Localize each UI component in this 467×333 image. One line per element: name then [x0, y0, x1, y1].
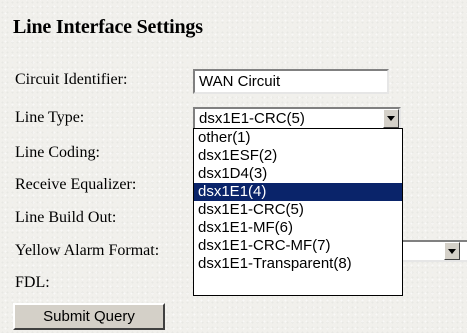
line-coding-label: Line Coding:: [15, 144, 100, 161]
line-type-option[interactable]: dsx1E1-MF(6): [194, 219, 402, 237]
line-build-out-label: Line Build Out:: [15, 209, 117, 226]
line-type-option[interactable]: dsx1D4(3): [194, 165, 402, 183]
line-type-option[interactable]: dsx1E1-CRC-MF(7): [194, 237, 402, 255]
submit-query-button[interactable]: Submit Query: [13, 303, 165, 330]
page-title: Line Interface Settings: [13, 16, 203, 38]
circuit-identifier-label: Circuit Identifier:: [15, 71, 128, 88]
circuit-identifier-input[interactable]: WAN Circuit: [193, 69, 389, 94]
line-type-option[interactable]: dsx1E1-Transparent(8): [194, 255, 402, 273]
line-type-dropdown-list[interactable]: other(1) dsx1ESF(2) dsx1D4(3) dsx1E1(4) …: [193, 128, 403, 296]
line-type-option-highlighted[interactable]: dsx1E1(4): [194, 183, 402, 201]
line-type-value: dsx1E1-CRC(5): [199, 110, 305, 127]
receive-equalizer-label: Receive Equalizer:: [15, 176, 137, 193]
line-type-option[interactable]: other(1): [194, 129, 402, 147]
line-type-select[interactable]: dsx1E1-CRC(5): [193, 107, 401, 130]
line-type-option[interactable]: dsx1ESF(2): [194, 147, 402, 165]
line-type-option[interactable]: dsx1E1-CRC(5): [194, 201, 402, 219]
chevron-down-icon: [387, 116, 395, 121]
line-type-label: Line Type:: [15, 109, 85, 126]
yellow-alarm-dropdown-button[interactable]: [444, 242, 460, 260]
chevron-down-icon: [448, 249, 456, 254]
fdl-label: FDL:: [15, 274, 50, 291]
yellow-alarm-format-label: Yellow Alarm Format:: [15, 242, 160, 259]
line-type-dropdown-button[interactable]: [383, 109, 399, 128]
